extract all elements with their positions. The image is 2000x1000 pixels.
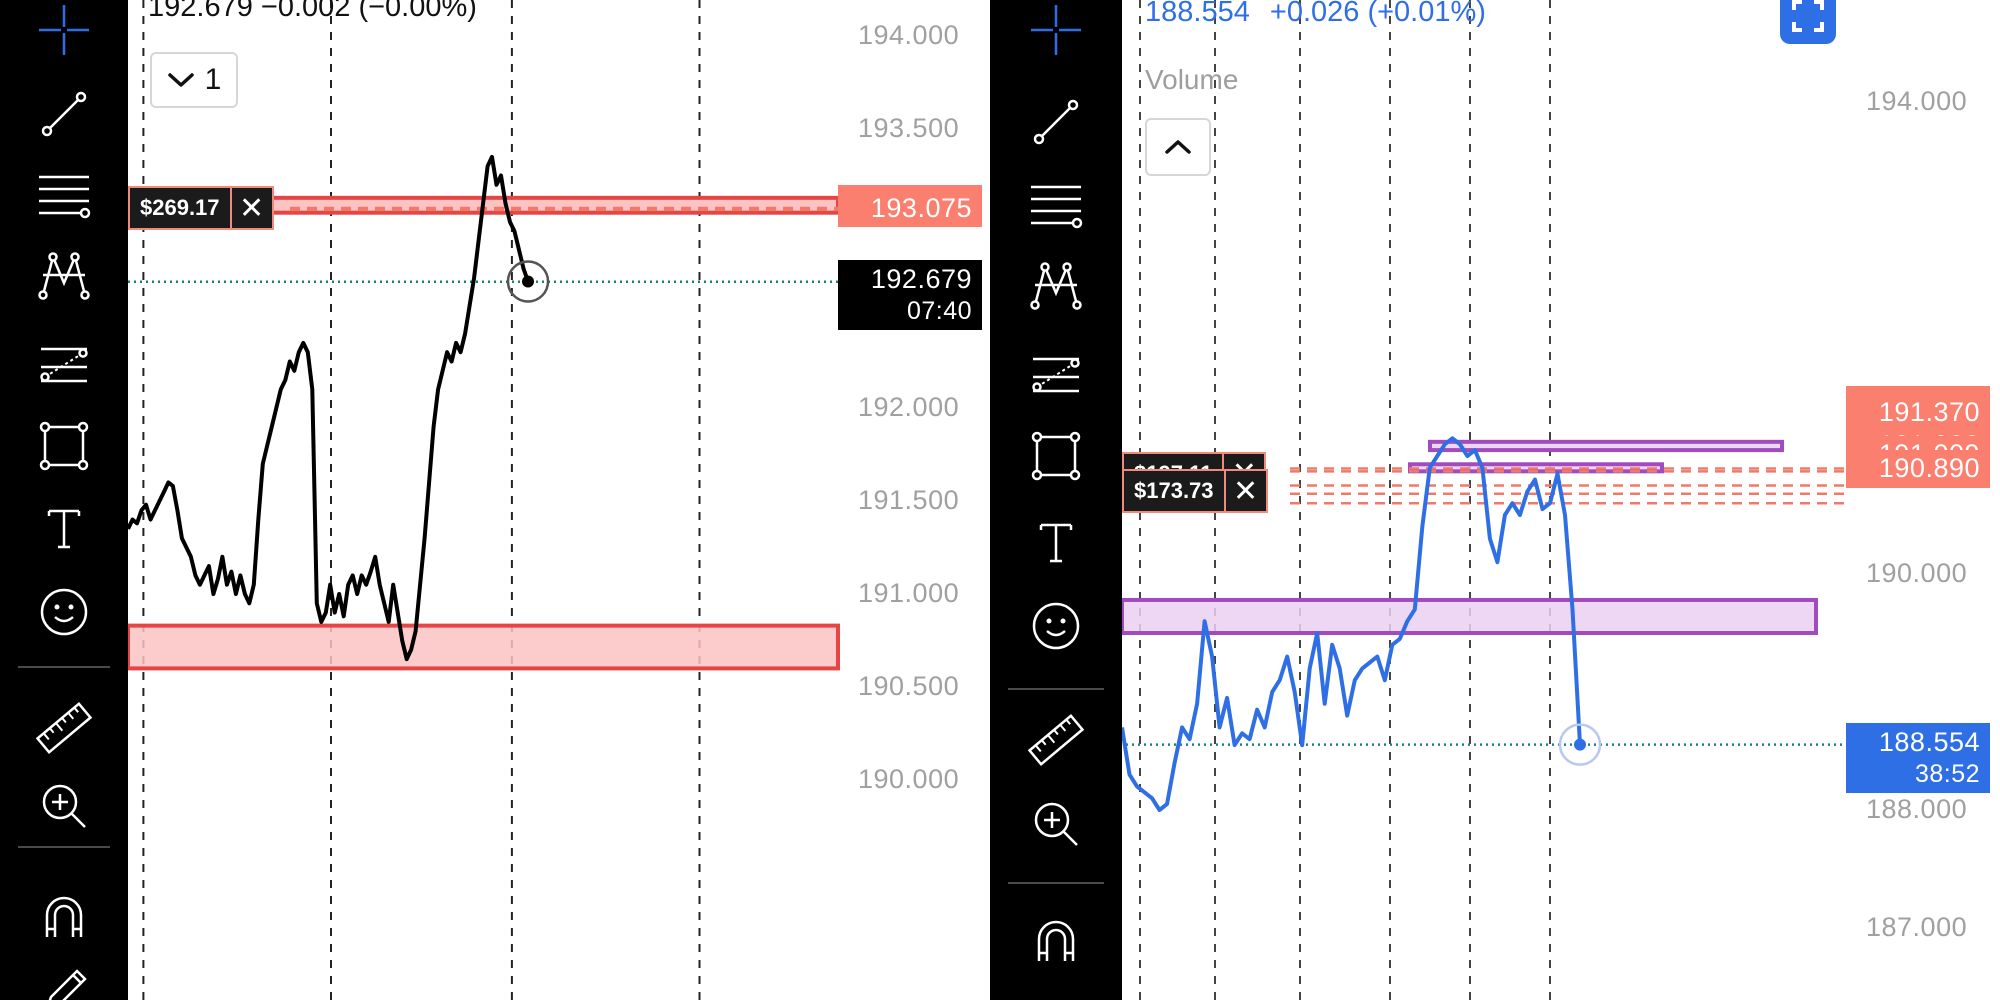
fullscreen-icon	[1792, 0, 1824, 32]
price-tag: 193.075	[838, 189, 982, 228]
price-line	[126, 154, 530, 662]
bar-countdown: 07:40	[906, 296, 972, 325]
tool-rectangle[interactable]	[990, 426, 1122, 486]
trend-line-icon	[41, 91, 87, 137]
price-chart-left[interactable]	[0, 0, 990, 1000]
price-axis-label: 191.500	[858, 485, 960, 515]
emoji-icon	[1032, 602, 1080, 650]
ohlc-price: 188.554	[1145, 0, 1250, 28]
ruler-icon	[1027, 713, 1085, 767]
fullscreen-button[interactable]	[1780, 0, 1836, 44]
tool-rectangle[interactable]	[0, 416, 128, 476]
order-chip[interactable]: $269.17 ✕	[128, 186, 274, 231]
price-axis-label: 188.000	[1866, 794, 1968, 824]
tool-projection[interactable]	[990, 344, 1122, 404]
price-tag: 190.890	[1846, 449, 1990, 488]
price-axis-label: 190.000	[858, 764, 960, 794]
tool-pattern[interactable]	[0, 246, 128, 306]
tool-emoji[interactable]	[990, 596, 1122, 656]
tool-projection[interactable]	[0, 334, 128, 394]
emoji-icon	[40, 588, 88, 636]
price-axis-label: 190.000	[1866, 558, 1968, 588]
drawing-toolbar-right	[990, 0, 1122, 1000]
last-price-marker	[522, 275, 534, 288]
tool-magnet[interactable]	[990, 912, 1122, 972]
price-zone[interactable]	[126, 623, 840, 671]
toolbar-divider	[18, 666, 110, 668]
rectangle-icon	[1031, 431, 1081, 481]
tool-crosshair[interactable]	[0, 0, 128, 60]
tool-trend-line[interactable]	[0, 84, 128, 144]
pattern-icon	[1030, 262, 1082, 310]
last-price-value: 192.679	[870, 263, 972, 294]
chart-panel-left: 192.679 −0.002 (−0.00%) 1 194.000 193.500…	[0, 0, 990, 1000]
ohlc-readout: 192.679 −0.002 (−0.00%)	[148, 0, 477, 23]
tool-emoji[interactable]	[0, 582, 128, 642]
ruler-icon	[35, 701, 93, 755]
price-axis-label: 194.000	[858, 20, 960, 50]
tool-fib-retracement[interactable]	[990, 174, 1122, 234]
fib-retracement-icon	[39, 175, 91, 219]
price-axis-label: 194.000	[1866, 86, 1968, 116]
price-zone[interactable]	[1120, 597, 1818, 636]
tool-magnet[interactable]	[0, 888, 128, 948]
last-price-tag: 188.554 38:52	[1846, 722, 1990, 793]
collapse-indicators-button[interactable]	[1145, 118, 1211, 176]
order-amount: $269.17	[140, 195, 220, 221]
text-icon	[1039, 523, 1073, 563]
text-icon	[47, 509, 81, 549]
order-chip[interactable]: $173.73 ✕	[1122, 469, 1268, 514]
pencil-icon	[48, 969, 87, 1000]
ohlc-readout-right: 188.554 +0.026 (+0.01%)	[1145, 0, 1486, 29]
trend-line-icon	[1033, 99, 1079, 145]
crosshair-icon	[39, 5, 89, 55]
chart-panel-right: 188.554 +0.026 (+0.01%) Volume 194.000 19…	[990, 0, 2000, 1000]
chevron-up-icon	[1165, 140, 1191, 154]
zoom-in-icon	[1034, 802, 1078, 846]
tool-ruler[interactable]	[990, 710, 1122, 770]
magnet-icon	[45, 896, 83, 937]
price-axis-label: 193.500	[858, 113, 960, 143]
projection-icon	[40, 347, 88, 383]
collapse-indicators-button[interactable]: 1	[150, 52, 238, 108]
zoom-in-icon	[42, 784, 86, 828]
tool-trend-line[interactable]	[990, 92, 1122, 152]
toolbar-divider	[18, 846, 110, 848]
tool-zoom-in[interactable]	[990, 794, 1122, 854]
price-axis-label: 187.000	[1866, 912, 1968, 942]
pattern-icon	[38, 252, 90, 300]
close-order-button[interactable]: ✕	[1223, 471, 1266, 512]
price-zone[interactable]	[1428, 439, 1784, 453]
volume-label: Volume	[1145, 64, 1239, 95]
price-axis-label: 192.000	[858, 392, 960, 422]
fib-retracement-icon	[1031, 185, 1083, 229]
close-order-button[interactable]: ✕	[229, 188, 272, 229]
chevron-down-icon	[167, 73, 194, 87]
magnet-icon	[1037, 920, 1075, 961]
drawing-toolbar-left	[0, 0, 128, 1000]
tool-zoom-in[interactable]	[0, 776, 128, 836]
tool-text[interactable]	[0, 498, 128, 558]
tool-text[interactable]	[990, 512, 1122, 572]
tool-crosshair[interactable]	[990, 0, 1122, 60]
bar-countdown: 38:52	[1914, 759, 1980, 788]
last-price-value: 188.554	[1878, 726, 1980, 757]
order-amount: $173.73	[1134, 478, 1214, 504]
tool-ruler[interactable]	[0, 698, 128, 758]
tool-pattern[interactable]	[990, 256, 1122, 316]
toolbar-divider	[1008, 882, 1104, 884]
ohlc-change: +0.026 (+0.01%)	[1269, 0, 1486, 28]
projection-icon	[1032, 357, 1080, 393]
last-price-tag: 192.679 07:40	[838, 259, 982, 330]
indicator-count: 1	[204, 63, 222, 96]
price-axis-label: 190.500	[858, 671, 960, 701]
rectangle-icon	[39, 421, 89, 471]
tool-pencil[interactable]	[0, 960, 128, 1000]
toolbar-divider	[1008, 688, 1104, 690]
tool-fib-retracement[interactable]	[0, 164, 128, 224]
price-axis-label: 191.000	[858, 578, 960, 608]
last-price-marker	[1574, 738, 1586, 751]
crosshair-icon	[1031, 5, 1081, 55]
